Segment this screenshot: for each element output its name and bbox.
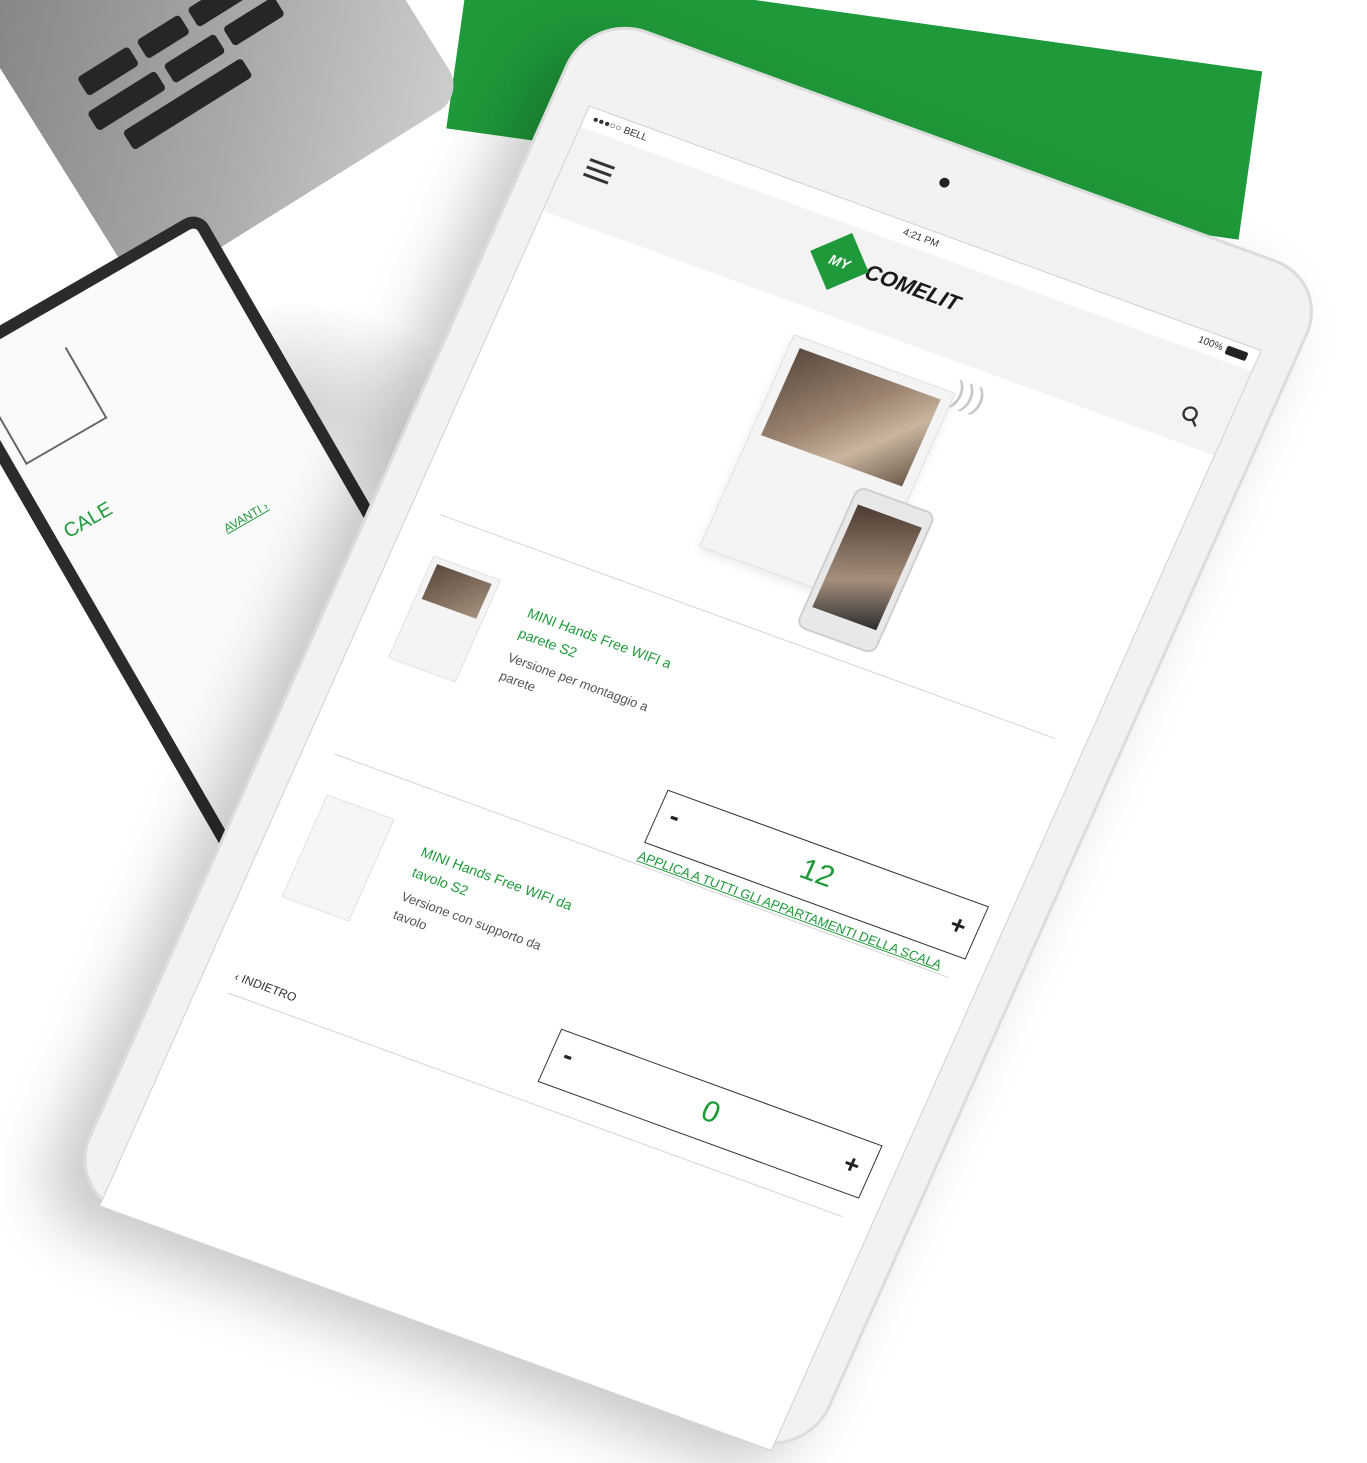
logo-badge-text: MY <box>826 250 853 273</box>
battery-icon <box>1224 345 1249 362</box>
hamburger-menu-icon[interactable] <box>582 158 616 185</box>
search-icon[interactable] <box>1176 402 1206 430</box>
battery-percent: 100% <box>1196 334 1225 354</box>
wifi-icon: ))) <box>947 374 992 419</box>
tablet-camera <box>937 176 952 189</box>
product-thumbnail <box>281 794 395 922</box>
quantity-value[interactable]: 0 <box>544 1039 877 1186</box>
laptop-keyboard <box>0 0 465 297</box>
monitor-photo <box>761 348 941 487</box>
logo-text: COMELIT <box>860 259 965 316</box>
product-thumbnail <box>387 555 502 683</box>
quantity-stepper[interactable]: - 0 + <box>537 1028 883 1199</box>
laptop-next-link[interactable]: AVANTI › <box>221 499 270 536</box>
laptop-scale-text: CALE <box>60 497 117 543</box>
building-icon <box>0 347 108 466</box>
